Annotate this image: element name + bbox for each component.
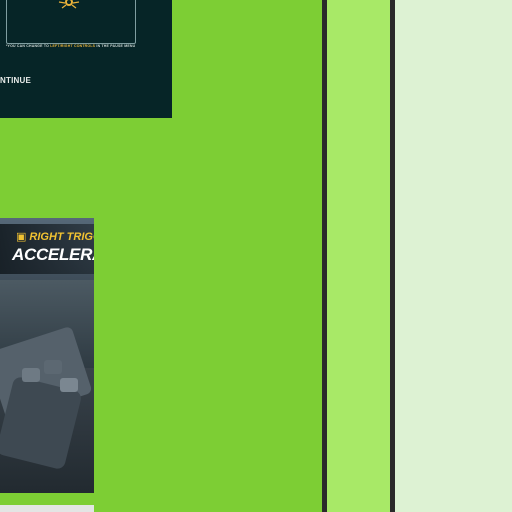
knuckle-shape	[60, 378, 78, 392]
controls-note-highlight: LEFT/RIGHT CONTROLS	[50, 44, 96, 48]
next-card-edge[interactable]	[0, 505, 94, 512]
tutorial-card[interactable]: *YOU CAN CHANGE TO LEFT/RIGHT CONTROLS I…	[0, 0, 172, 118]
knuckle-shape	[22, 368, 40, 382]
badge-icon	[56, 0, 82, 12]
middle-column	[327, 0, 390, 512]
main-canvas: *YOU CAN CHANGE TO LEFT/RIGHT CONTROLS I…	[0, 0, 322, 512]
continue-button[interactable]: NTINUE	[0, 76, 31, 85]
controls-note: *YOU CAN CHANGE TO LEFT/RIGHT CONTROLS I…	[6, 44, 136, 48]
knuckle-shape	[44, 360, 62, 374]
action-caption: ACCELERATI	[12, 245, 94, 264]
right-column	[395, 0, 512, 512]
trigger-caption: ▣RIGHT TRIGGE	[16, 231, 94, 243]
gameplay-thumbnail[interactable]: ▣RIGHT TRIGGE ACCELERATI	[0, 218, 94, 493]
trigger-icon: ▣	[16, 231, 27, 243]
